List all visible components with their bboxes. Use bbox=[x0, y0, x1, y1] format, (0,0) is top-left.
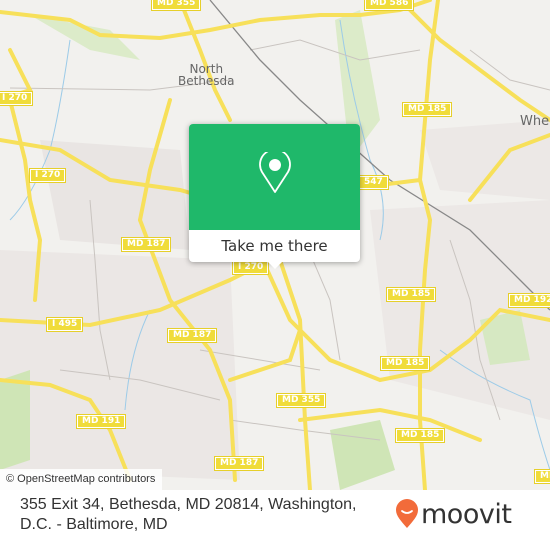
road-shield: MD 355 bbox=[150, 0, 202, 11]
place-label-wheaton: Whea bbox=[520, 114, 550, 129]
road-shield: MD 185 bbox=[401, 102, 453, 117]
moovit-pin-icon bbox=[396, 499, 418, 528]
moovit-logo[interactable]: moovit bbox=[395, 498, 512, 530]
road-shield: MD 185 bbox=[385, 287, 437, 302]
road-shield: MD 355 bbox=[275, 393, 327, 408]
road-shield: MD 191 bbox=[75, 414, 127, 429]
road-shield: 547 bbox=[358, 175, 389, 190]
location-popup[interactable]: Take me there bbox=[189, 124, 360, 269]
road-shield: MD bbox=[533, 469, 550, 484]
brand-wordmark: moovit bbox=[421, 498, 512, 530]
map[interactable]: North Bethesda Whea MD 355 MD 586 I 270 … bbox=[0, 0, 550, 490]
attribution-text[interactable]: © OpenStreetMap contributors bbox=[6, 473, 155, 485]
map-pin-icon bbox=[259, 152, 291, 193]
road-shield: MD 185 bbox=[394, 428, 446, 443]
place-label-north-bethesda: North Bethesda bbox=[178, 62, 235, 88]
popup-header[interactable] bbox=[189, 124, 360, 230]
road-shield: MD 185 bbox=[379, 356, 431, 371]
road-shield: MD 187 bbox=[166, 328, 218, 343]
road-shield: MD 187 bbox=[213, 456, 265, 471]
road-shield: I 270 bbox=[28, 168, 67, 183]
address-text: 355 Exit 34, Bethesda, MD 20814, Washing… bbox=[20, 496, 357, 533]
road-shield: I 270 bbox=[231, 260, 270, 275]
popup-pointer bbox=[266, 260, 284, 269]
footer: 355 Exit 34, Bethesda, MD 20814, Washing… bbox=[0, 490, 550, 550]
road-shield: MD 192 bbox=[507, 293, 550, 308]
road-shield: I 495 bbox=[45, 317, 84, 332]
map-attribution[interactable]: © OpenStreetMap contributors bbox=[0, 469, 163, 490]
road-shield: MD 187 bbox=[120, 237, 172, 252]
take-me-there-button[interactable]: Take me there bbox=[189, 230, 360, 262]
road-shield: MD 586 bbox=[363, 0, 415, 11]
road-shield: I 270 bbox=[0, 91, 34, 106]
